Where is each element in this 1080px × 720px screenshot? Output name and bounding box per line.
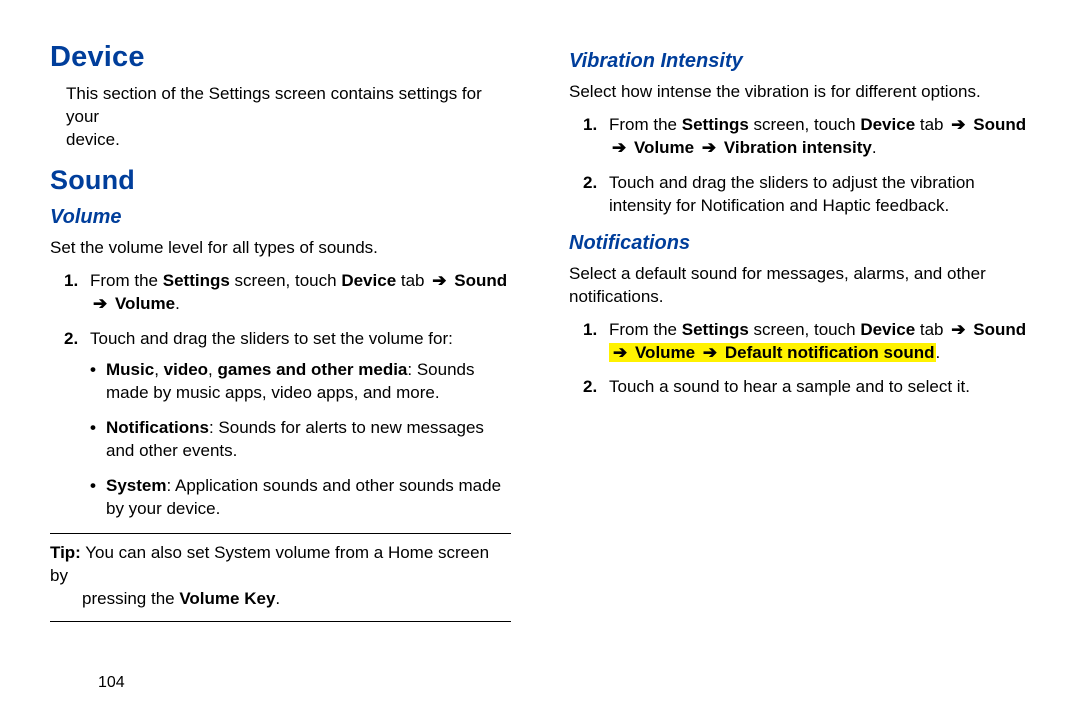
bold: games and other media: [218, 360, 408, 379]
bold: Settings: [682, 320, 749, 339]
text: .: [936, 343, 941, 362]
divider: [50, 533, 511, 534]
bold: Volume Key: [179, 589, 275, 608]
bold: Settings: [682, 115, 749, 134]
bullet-item: System: Application sounds and other sou…: [90, 475, 511, 521]
bullet-item: Music, video, games and other media: Sou…: [90, 359, 511, 405]
text: You can also set System volume from a Ho…: [50, 543, 489, 585]
bullet-item: Notifications: Sounds for alerts to new …: [90, 417, 511, 463]
bold: Volume: [635, 343, 695, 362]
bold: Sound: [973, 320, 1026, 339]
step-number: 1.: [583, 319, 597, 342]
heading-sound: Sound: [50, 162, 511, 198]
heading-vibration-intensity: Vibration Intensity: [569, 48, 1030, 75]
text: From the: [609, 115, 682, 134]
vibration-description: Select how intense the vibration is for …: [569, 81, 1030, 104]
text: pressing the: [82, 589, 179, 608]
text: pressing the Volume Key.: [50, 589, 280, 608]
text: : Application sounds and other sounds ma…: [106, 476, 501, 518]
text: .: [872, 138, 877, 157]
heading-notifications: Notifications: [569, 230, 1030, 257]
volume-steps: 1. From the Settings screen, touch Devic…: [50, 270, 511, 520]
step-number: 2.: [583, 172, 597, 195]
text: tab: [915, 115, 948, 134]
notifications-step-1: 1. From the Settings screen, touch Devic…: [583, 319, 1030, 365]
bold: Device: [860, 115, 915, 134]
text: :: [407, 360, 416, 379]
bold: Device: [860, 320, 915, 339]
arrow-icon: ➔: [951, 320, 965, 339]
text: .: [175, 294, 180, 313]
volume-description: Set the volume level for all types of so…: [50, 237, 511, 260]
notifications-steps: 1. From the Settings screen, touch Devic…: [569, 319, 1030, 400]
bold: Music: [106, 360, 154, 379]
volume-step-2: 2. Touch and drag the sliders to set the…: [64, 328, 511, 521]
arrow-icon: ➔: [702, 138, 716, 157]
page-columns: Device This section of the Settings scre…: [50, 34, 1030, 630]
bold: Volume: [634, 138, 694, 157]
device-intro: This section of the Settings screen cont…: [66, 83, 511, 152]
arrow-icon: ➔: [432, 271, 446, 290]
divider: [50, 621, 511, 622]
vibration-step-1: 1. From the Settings screen, touch Devic…: [583, 114, 1030, 160]
bold: Device: [341, 271, 396, 290]
text: tab: [396, 271, 429, 290]
arrow-icon: ➔: [951, 115, 965, 134]
right-column: Vibration Intensity Select how intense t…: [569, 34, 1030, 630]
step-number: 1.: [64, 270, 78, 293]
step-number: 2.: [64, 328, 78, 351]
notifications-step-2: 2. Touch a sound to hear a sample and to…: [583, 376, 1030, 399]
text: ,: [154, 360, 163, 379]
volume-tip: Tip: You can also set System volume from…: [50, 542, 511, 611]
notifications-description: Select a default sound for messages, ala…: [569, 263, 1030, 309]
text: Touch a sound to hear a sample and to se…: [609, 377, 970, 396]
text: ,: [208, 360, 217, 379]
heading-device: Device: [50, 38, 511, 77]
text: .: [275, 589, 280, 608]
tip-label: Tip:: [50, 543, 81, 562]
left-column: Device This section of the Settings scre…: [50, 34, 511, 630]
bold: Volume: [115, 294, 175, 313]
bold: Default notification sound: [725, 343, 935, 362]
text: screen, touch: [749, 115, 861, 134]
text: screen, touch: [230, 271, 342, 290]
text: From the: [90, 271, 163, 290]
text: Touch and drag the sliders to adjust the…: [609, 173, 975, 215]
bold: Vibration intensity: [724, 138, 872, 157]
page-number: 104: [98, 672, 125, 694]
text: device.: [66, 130, 120, 149]
arrow-icon: ➔: [703, 343, 717, 362]
bold: Sound: [454, 271, 507, 290]
step-number: 2.: [583, 376, 597, 399]
arrow-icon: ➔: [613, 343, 627, 362]
text: This section of the Settings screen cont…: [66, 84, 482, 126]
highlight: ➔ Volume ➔ Default notification sound: [609, 343, 936, 362]
volume-bullets: Music, video, games and other media: Sou…: [90, 359, 511, 521]
volume-step-1: 1. From the Settings screen, touch Devic…: [64, 270, 511, 316]
text: screen, touch: [749, 320, 861, 339]
heading-volume: Volume: [50, 204, 511, 231]
bold: Notifications: [106, 418, 209, 437]
arrow-icon: ➔: [93, 294, 107, 313]
text: From the: [609, 320, 682, 339]
text: tab: [915, 320, 948, 339]
text: Touch and drag the sliders to set the vo…: [90, 329, 453, 348]
bold: System: [106, 476, 166, 495]
vibration-steps: 1. From the Settings screen, touch Devic…: [569, 114, 1030, 218]
bold: video: [164, 360, 208, 379]
vibration-step-2: 2. Touch and drag the sliders to adjust …: [583, 172, 1030, 218]
bold: Settings: [163, 271, 230, 290]
step-number: 1.: [583, 114, 597, 137]
bold: Sound: [973, 115, 1026, 134]
arrow-icon: ➔: [612, 138, 626, 157]
